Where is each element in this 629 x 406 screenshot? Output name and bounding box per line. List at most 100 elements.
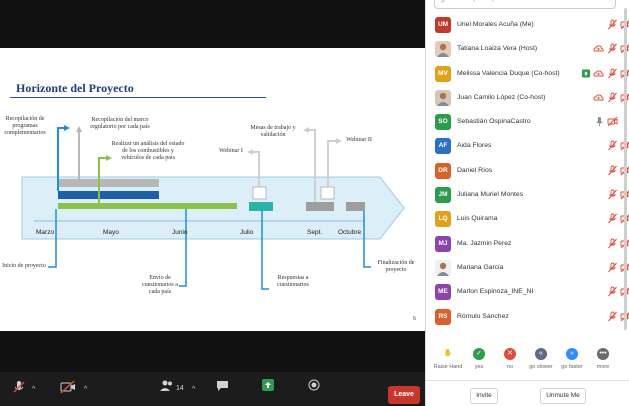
month-label: Junio (172, 229, 188, 236)
bar-analisis (58, 203, 237, 209)
label-webinar-2: Webinar II (346, 137, 372, 143)
avatar (435, 89, 451, 106)
microphone-muted-icon (608, 68, 617, 78)
label-webinar-1: Webinar I (219, 148, 243, 154)
participant-name: Daniel Ríos (457, 166, 493, 174)
reaction-icon: ••• (597, 348, 609, 360)
participant-name: Juliana Muriel Montes (457, 191, 524, 199)
recording-icon (593, 45, 604, 52)
microphone-muted-icon (608, 286, 617, 297)
participants-count: 14 (176, 385, 184, 392)
label-respuestas: Respuestas a cuestionarios (277, 275, 309, 288)
participants-icon[interactable] (160, 380, 174, 392)
microphone-muted-icon (608, 238, 617, 249)
bar-finalizacion (346, 202, 365, 211)
avatar: JM (435, 187, 451, 204)
participant-name: Marlon Espinoza_INE_NI (457, 288, 534, 296)
bar-mesas (306, 202, 334, 211)
participant-row[interactable]: MV Melissa Valencia Duque (Co-host) (426, 62, 629, 86)
label-inicio: Inicio de proyecto (2, 263, 46, 269)
reaction-label: go faster (561, 364, 583, 370)
avatar-photo-icon (437, 92, 449, 106)
microphone-muted-icon (608, 141, 617, 151)
avatar: AF (435, 138, 451, 155)
microphone-muted-icon (608, 92, 617, 103)
microphone-muted-icon (608, 189, 617, 200)
record-icon[interactable] (308, 379, 320, 391)
avatar: MJ (435, 235, 451, 252)
participant-name: Sebastián OspinaCastro (457, 118, 531, 126)
participant-row[interactable]: JM Juliana Muriel Montes (426, 183, 629, 207)
share-screen-icon[interactable] (262, 379, 274, 391)
slide-number: 6 (413, 316, 416, 322)
recording-icon (593, 70, 604, 77)
avatar: MV (435, 65, 451, 82)
reaction-no[interactable]: ✕ no (495, 348, 525, 370)
reaction-raise-hand[interactable]: ✋ Raise Hand (433, 348, 463, 370)
participant-name: Mariana Garcia (457, 263, 504, 271)
video-options-caret[interactable]: ^ (84, 386, 87, 393)
participant-search[interactable]: ⌕ (434, 0, 616, 9)
participant-row[interactable]: Juan Camilo López (Co-host) (426, 86, 629, 110)
label-finalizacion: Finalización de proyecto (377, 260, 415, 273)
participant-name: Juan Camilo López (Co-host) (457, 93, 546, 101)
participant-row[interactable]: RS Rómulo Sánchez (426, 305, 629, 329)
reaction-icon: » (566, 348, 578, 360)
participant-row[interactable]: MJ Ma. Jazmin Perez (426, 232, 629, 256)
participant-row[interactable]: Tatiana Loaiza Vera (Host) (426, 37, 629, 61)
zoom-window: Horizonte del Proyecto Recopilación de p… (0, 0, 629, 406)
participant-name: Ma. Jazmin Perez (457, 239, 512, 247)
chat-icon[interactable] (216, 380, 229, 392)
leave-button[interactable]: Leave (388, 386, 420, 404)
month-label: Marzo (36, 229, 55, 236)
microphone-muted-icon[interactable] (12, 380, 26, 394)
participant-row[interactable]: DR Daniel Ríos (426, 159, 629, 183)
participant-row[interactable]: Mariana Garcia (426, 256, 629, 280)
participant-name: Aida Flores (457, 142, 492, 150)
avatar (435, 41, 451, 58)
participant-search-input[interactable] (452, 0, 612, 2)
participant-row[interactable]: AF Aida Flores (426, 134, 629, 158)
reaction-label: go slower (529, 364, 553, 370)
participant-list: UM Uriel Morales Acuña (Me) Tatiana Loaiza… (426, 13, 629, 329)
participant-row[interactable]: ME Marlon Espinoza_INE_NI (426, 280, 629, 304)
month-label: Octubre (338, 229, 362, 236)
participant-row[interactable]: SO Sebastián OspinaCastro (426, 110, 629, 134)
bar-programas (58, 191, 159, 199)
reactions-bar: ✋ Raise Hand ✓ yes ✕ no « go slower » go faster ••… (426, 348, 629, 378)
participant-row[interactable]: LQ Luis Quirama (426, 207, 629, 231)
avatar: LQ (435, 211, 451, 228)
participant-name: Uriel Morales Acuña (Me) (457, 21, 534, 28)
reaction-go-slower[interactable]: « go slower (526, 348, 556, 370)
microphone-muted-icon (608, 19, 617, 30)
recording-icon (593, 94, 604, 101)
microphone-muted-icon (608, 43, 617, 54)
unmute-me-button[interactable]: Unmute Me (540, 388, 586, 404)
participants-options-caret[interactable]: ^ (192, 386, 195, 393)
label-recopilacion-programas: Recopilación de programas complementario… (4, 116, 46, 136)
participant-row[interactable]: UM Uriel Morales Acuña (Me) (426, 13, 629, 37)
mic-options-caret[interactable]: ^ (32, 386, 35, 393)
microphone-muted-icon (608, 311, 617, 321)
microphone-muted-icon (608, 262, 617, 273)
reaction-icon: « (535, 348, 547, 360)
month-label: Julio (240, 229, 254, 236)
reaction-go-faster[interactable]: » go faster (557, 348, 587, 370)
reaction-icon: ✓ (473, 348, 485, 360)
label-analisis: Realizar un análisis del estado de los c… (111, 141, 185, 161)
reaction-label: yes (474, 364, 484, 370)
participant-name: Melissa Valencia Duque (Co-host) (457, 69, 560, 77)
invite-button[interactable]: Invite (470, 388, 498, 404)
sharing-screen-icon (582, 69, 590, 78)
avatar: RS (435, 308, 451, 325)
video-off-icon[interactable] (60, 380, 76, 394)
label-mesas: Mesas de trabajo y validación (250, 125, 296, 138)
panel-divider (426, 380, 629, 381)
participants-panel: ⌕ UM Uriel Morales Acuña (Me) Tatiana Loai… (425, 0, 629, 406)
avatar: ME (435, 284, 451, 301)
participant-name: Luis Quirama (457, 215, 498, 223)
reaction-more[interactable]: ••• more (588, 348, 618, 370)
reaction-yes[interactable]: ✓ yes (464, 348, 494, 370)
participant-list-scrollbar[interactable] (624, 8, 627, 330)
participant-name: Rómulo Sánchez (457, 312, 509, 320)
